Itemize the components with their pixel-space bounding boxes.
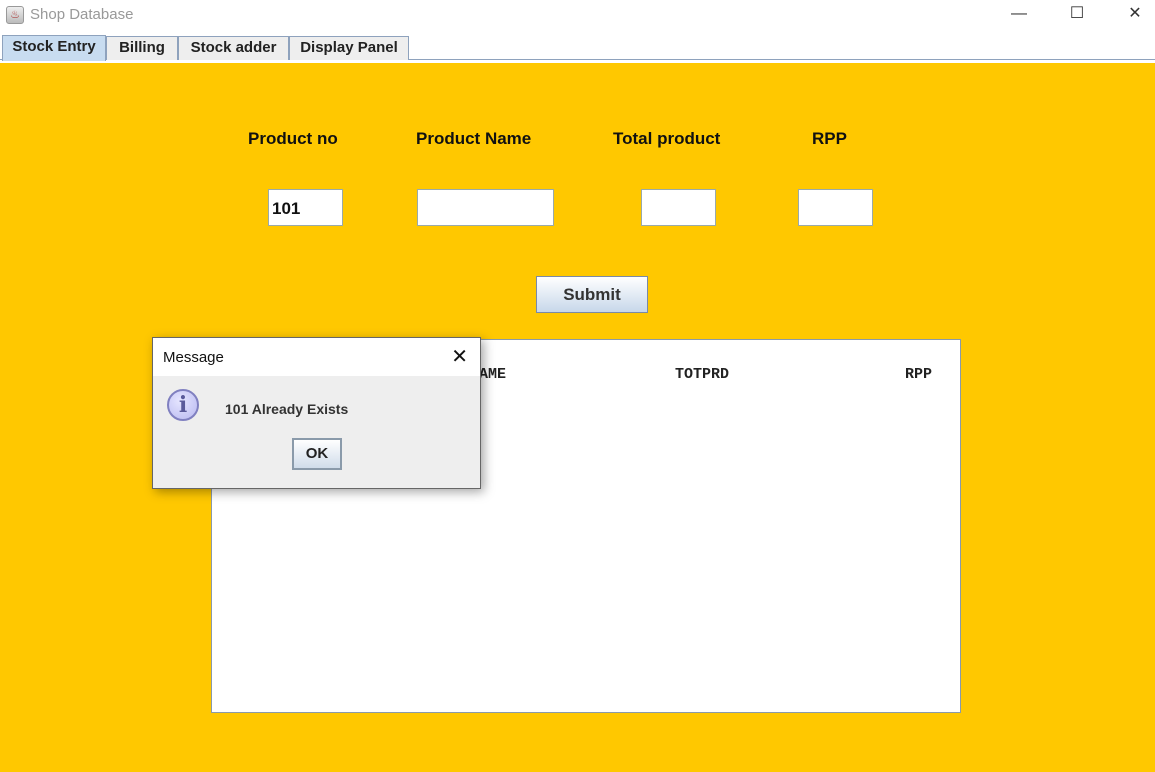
dialog-title: Message <box>163 349 224 366</box>
java-app-icon: ♨ <box>6 6 24 24</box>
rpp-label: RPP <box>812 129 847 148</box>
tab-bar: Stock Entry Billing Stock adder Display … <box>0 35 1155 61</box>
product-no-input[interactable]: 101 <box>268 189 343 226</box>
submit-button[interactable]: Submit <box>536 276 648 313</box>
ok-button[interactable]: OK <box>292 438 342 470</box>
tab-stock-entry[interactable]: Stock Entry <box>2 35 106 61</box>
tab-display-panel[interactable]: Display Panel <box>289 36 409 60</box>
close-button[interactable]: ✕ <box>1106 0 1155 30</box>
tab-stock-adder[interactable]: Stock adder <box>178 36 289 60</box>
product-no-label: Product no <box>248 129 338 148</box>
maximize-button[interactable]: ☐ <box>1048 0 1106 30</box>
dialog-close-button[interactable]: ✕ <box>451 344 468 369</box>
dialog-message: 101 Already Exists <box>225 401 349 417</box>
rpp-input[interactable] <box>798 189 873 226</box>
total-product-label: Total product <box>613 129 721 148</box>
column-header-totprd: TOTPRD <box>675 366 730 383</box>
product-name-input[interactable] <box>417 189 554 226</box>
title-bar: ♨ Shop Database — ☐ ✕ <box>0 0 1155 32</box>
window-title: Shop Database <box>30 6 134 23</box>
total-product-input[interactable] <box>641 189 716 226</box>
column-header-rpp: RPP <box>905 366 933 383</box>
minimize-button[interactable]: — <box>990 0 1048 30</box>
dialog-title-bar: Message ✕ <box>153 338 480 376</box>
info-icon: i <box>167 389 199 421</box>
message-dialog: Message ✕ i 101 Already Exists OK <box>152 337 481 489</box>
tab-billing[interactable]: Billing <box>106 36 178 60</box>
product-name-label: Product Name <box>416 129 532 148</box>
